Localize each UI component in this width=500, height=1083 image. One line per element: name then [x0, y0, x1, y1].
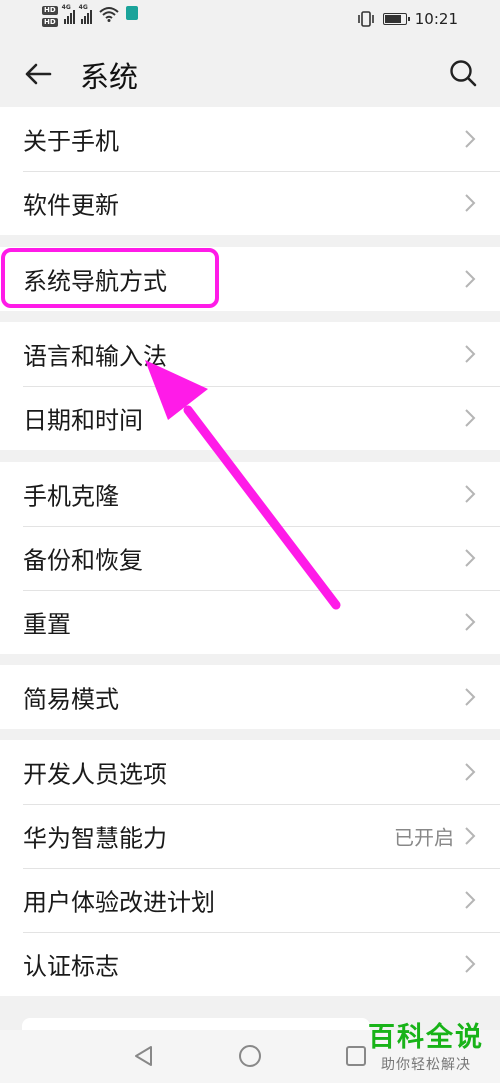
settings-item-label: 备份和恢复	[23, 546, 143, 575]
settings-item-date-time[interactable]: 日期和时间	[0, 386, 500, 450]
signal-icon: 4G	[61, 4, 75, 24]
vibrate-icon	[357, 11, 374, 27]
settings-group-backup: 手机克隆 备份和恢复 重置	[0, 462, 500, 654]
chevron-right-icon	[465, 270, 476, 288]
chevron-right-icon	[465, 763, 476, 781]
sim-icon	[125, 6, 138, 20]
settings-item-label: 语言和输入法	[23, 342, 167, 371]
settings-item-simple-mode[interactable]: 简易模式	[0, 665, 500, 729]
settings-group-language-date: 语言和输入法 日期和时间	[0, 322, 500, 450]
hd-badge: HD	[42, 18, 58, 27]
battery-fill	[384, 15, 402, 23]
nav-home-icon[interactable]	[236, 1042, 264, 1070]
chevron-right-icon	[465, 345, 476, 363]
settings-item-backup-restore[interactable]: 备份和恢复	[0, 526, 500, 590]
chevron-right-icon	[465, 955, 476, 973]
nav-back-icon[interactable]	[130, 1042, 158, 1070]
chevron-right-icon	[465, 827, 476, 845]
settings-item-huawei-ai[interactable]: 华为智慧能力 已开启	[0, 804, 500, 868]
back-arrow-icon[interactable]	[22, 58, 54, 90]
hd-badges: HD HD	[42, 6, 58, 27]
wifi-icon	[99, 7, 119, 22]
settings-item-phone-clone[interactable]: 手机克隆	[0, 462, 500, 526]
network-type: 4G	[78, 4, 88, 11]
settings-group-about: 关于手机 软件更新	[0, 107, 500, 235]
status-time: 10:21	[414, 10, 458, 28]
settings-group-simple-mode: 简易模式	[0, 665, 500, 729]
settings-item-reset[interactable]: 重置	[0, 590, 500, 654]
app-bar: 系统	[0, 40, 500, 106]
chevron-right-icon	[465, 485, 476, 503]
chevron-right-icon	[465, 549, 476, 567]
settings-item-label: 华为智慧能力	[23, 824, 167, 853]
settings-item-label: 简易模式	[23, 685, 119, 714]
settings-item-label: 日期和时间	[23, 406, 143, 435]
settings-item-label: 软件更新	[23, 191, 119, 220]
settings-item-software-update[interactable]: 软件更新	[0, 171, 500, 235]
settings-item-language-input[interactable]: 语言和输入法	[0, 322, 500, 386]
settings-item-label: 关于手机	[23, 127, 119, 156]
highlight-box	[1, 248, 219, 308]
chevron-right-icon	[465, 409, 476, 427]
settings-item-label: 用户体验改进计划	[23, 888, 215, 917]
chevron-right-icon	[465, 891, 476, 909]
network-type: 4G	[61, 4, 71, 11]
page-title: 系统	[80, 60, 139, 94]
watermark-subtitle: 助你轻松解决	[381, 1057, 471, 1073]
signal-icon: 4G	[78, 4, 92, 24]
settings-group-developer: 开发人员选项 华为智慧能力 已开启 用户体验改进计划 认证标志	[0, 740, 500, 996]
nav-recents-icon[interactable]	[342, 1042, 370, 1070]
chevron-right-icon	[465, 130, 476, 148]
status-left: HD HD 4G 4G	[42, 4, 138, 27]
chevron-right-icon	[465, 194, 476, 212]
search-icon[interactable]	[448, 58, 478, 88]
settings-item-label: 重置	[23, 610, 71, 639]
watermark: 百科全说 助你轻松解决	[368, 1022, 484, 1074]
settings-item-certification[interactable]: 认证标志	[0, 932, 500, 996]
status-right: 10:21	[357, 10, 458, 28]
settings-item-about-phone[interactable]: 关于手机	[0, 107, 500, 171]
settings-item-label: 认证标志	[23, 952, 119, 981]
settings-item-user-experience[interactable]: 用户体验改进计划	[0, 868, 500, 932]
settings-item-developer-options[interactable]: 开发人员选项	[0, 740, 500, 804]
settings-item-status: 已开启	[394, 825, 454, 850]
chevron-right-icon	[465, 613, 476, 631]
status-bar: HD HD 4G 4G 10:21	[0, 0, 500, 40]
chevron-right-icon	[465, 688, 476, 706]
battery-icon	[382, 13, 410, 25]
hd-badge: HD	[42, 6, 58, 15]
settings-item-label: 手机克隆	[23, 482, 119, 511]
settings-item-label: 开发人员选项	[23, 760, 167, 789]
watermark-title: 百科全说	[368, 1022, 484, 1053]
